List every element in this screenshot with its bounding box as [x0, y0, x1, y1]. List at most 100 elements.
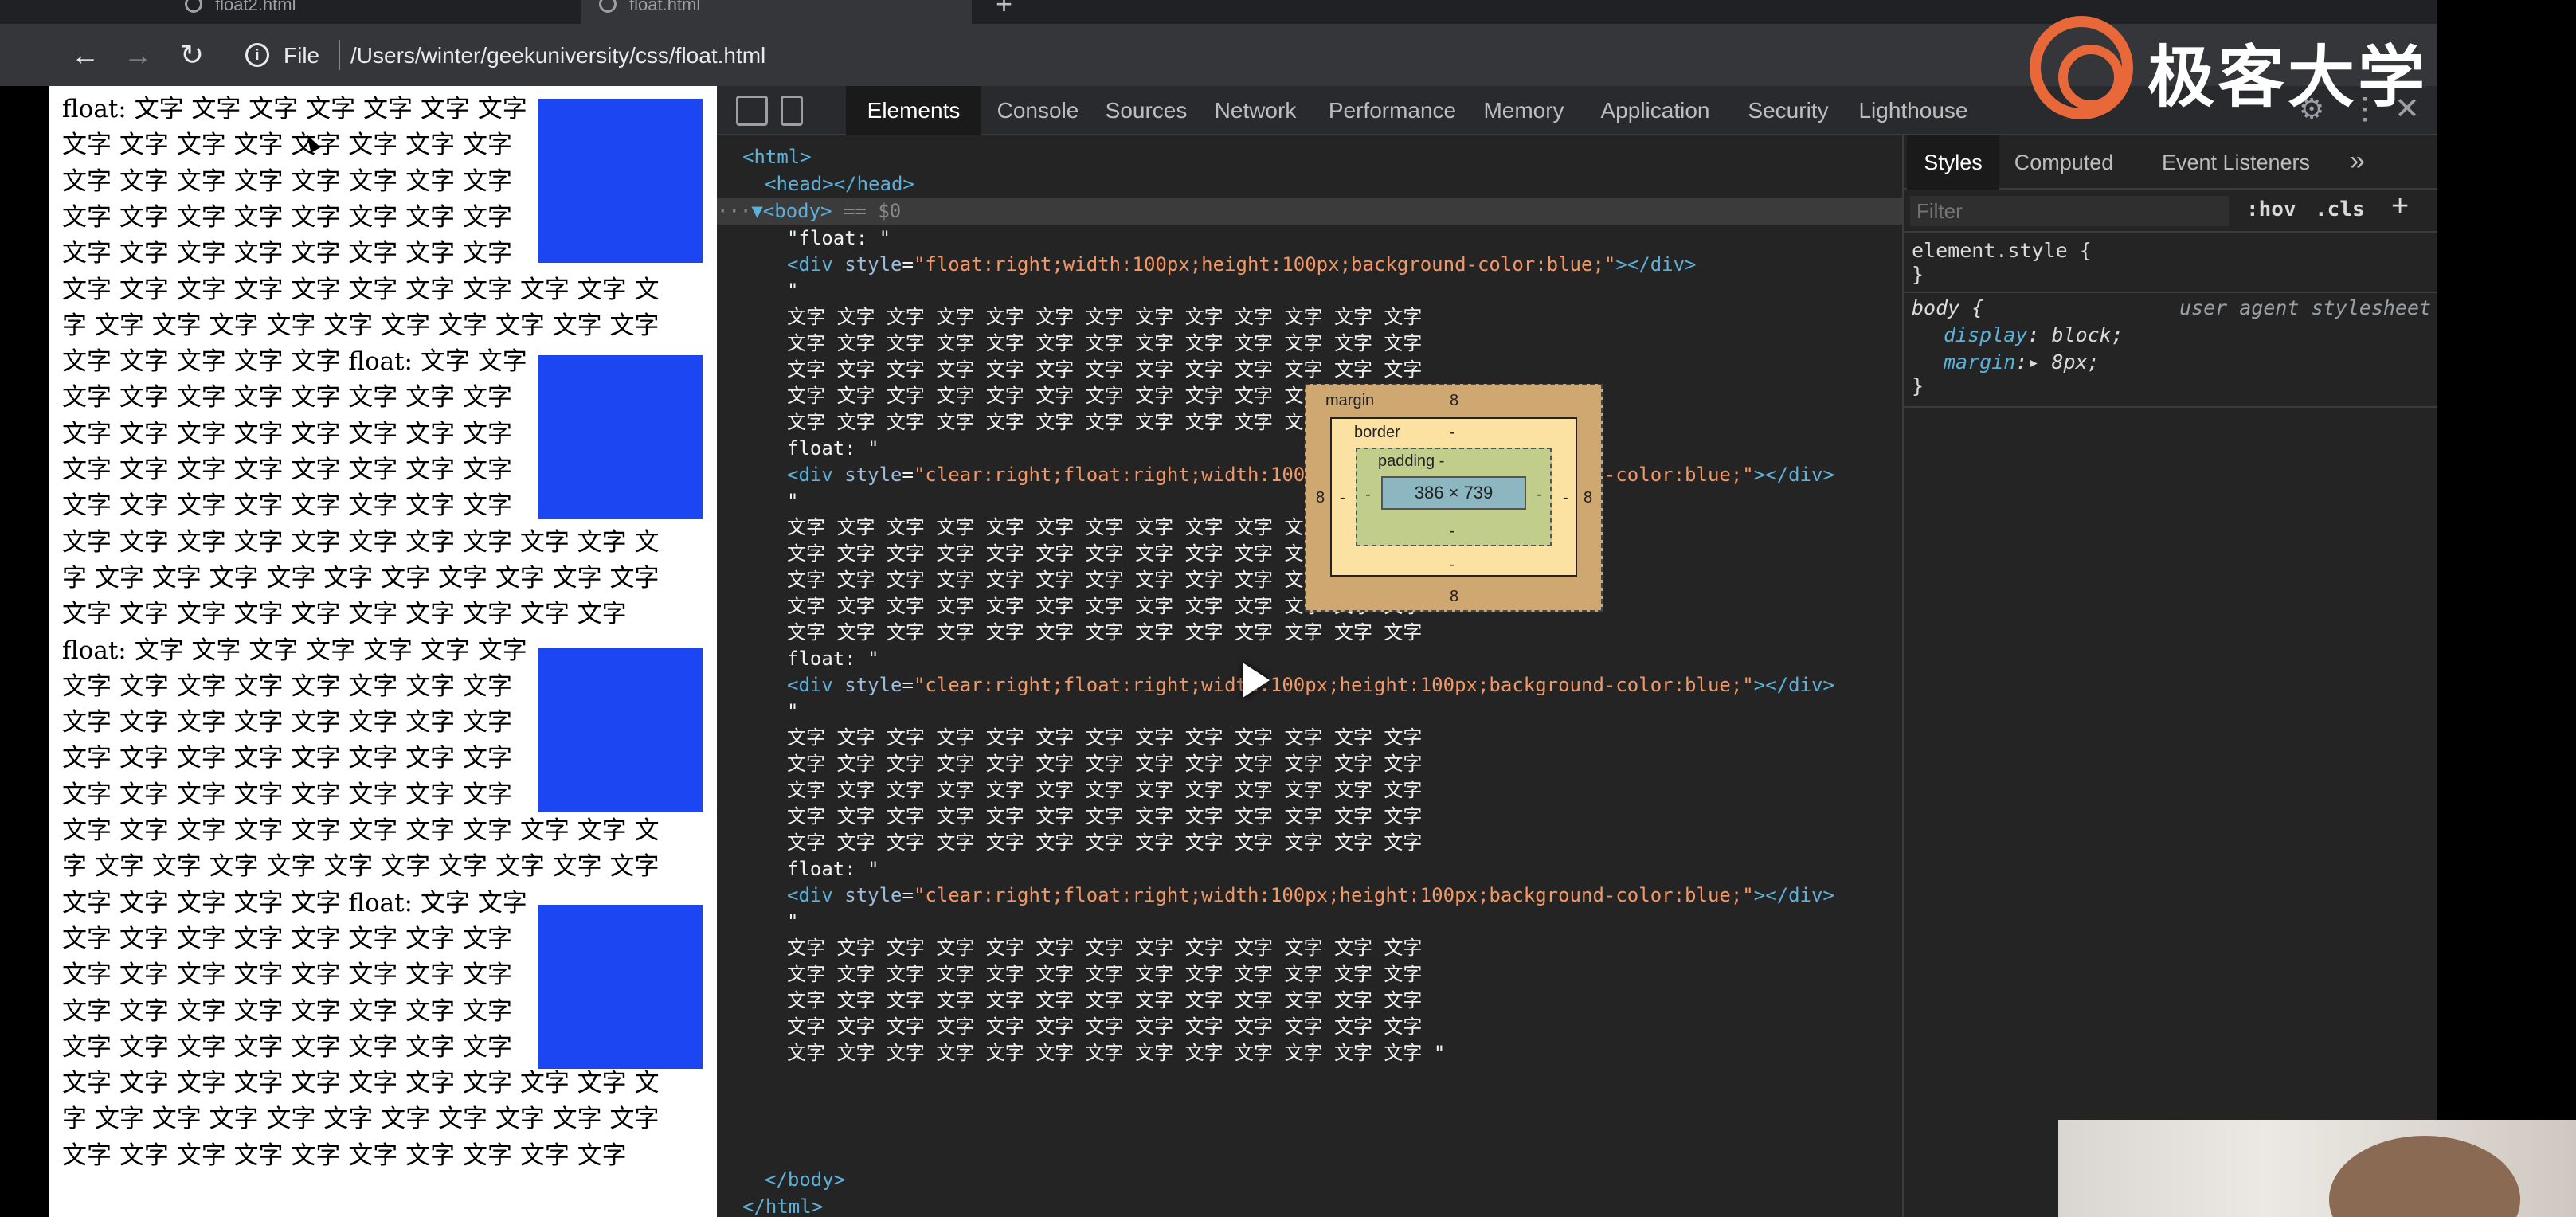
dom-text-node[interactable]: 文字 文字 文字 文字 文字 文字 文字 文字 文字 文字 文字 文字 文字 — [787, 829, 1422, 856]
inspect-icon[interactable] — [736, 96, 768, 126]
page-text-row: 文字 文字 文字 文字 文字 文字 文字 文字 — [62, 383, 512, 413]
float-box-3 — [538, 648, 703, 812]
page-text-row: 文字 文字 文字 文字 文字 文字 文字 文字 — [62, 780, 512, 809]
hover-state-button[interactable]: :hov — [2246, 198, 2296, 221]
styles-pane: Styles Computed Event Listeners » :hov .… — [1902, 135, 2439, 1217]
dom-node-div[interactable]: <div style="clear:right;float:right;widt… — [787, 882, 1834, 909]
class-toggle-button[interactable]: .cls — [2315, 198, 2365, 221]
css-declaration-display[interactable]: display: block; — [1944, 322, 2124, 349]
tab-event-listeners[interactable]: Event Listeners — [2132, 135, 2340, 190]
dom-text-node[interactable]: 文字 文字 文字 文字 文字 文字 文字 文字 文字 文字 文字 文字 文字 — [787, 1013, 1422, 1040]
border-bottom-value[interactable]: - — [1450, 556, 1455, 574]
element-style-selector[interactable]: element.style { — [1912, 237, 2092, 264]
margin-bottom-value[interactable]: 8 — [1450, 588, 1458, 606]
page-text-row: 字 文字 文字 文字 文字 文字 文字 文字 文字 文字 文字 — [62, 852, 660, 882]
page-text-row: float: 文字 文字 文字 文字 文字 文字 文字 — [62, 95, 527, 123]
add-rule-button[interactable]: + — [2391, 190, 2409, 224]
dom-text-node[interactable]: float: " — [787, 855, 879, 882]
dom-text-node[interactable]: 文字 文字 文字 文字 文字 文字 文字 文字 文字 文字 文字 文字 文字 — [787, 356, 1422, 383]
box-model-border[interactable]: border - - - - padding - - - - 386 × 739 — [1330, 417, 1577, 577]
dom-text-node[interactable]: 文字 文字 文字 文字 文字 文字 文字 文字 文字 文字 文字 文字 文字 — [787, 303, 1422, 331]
dom-text-node[interactable]: 文字 文字 文字 文字 文字 文字 文字 文字 文字 文字 文字 文字 文字 — [787, 330, 1422, 357]
logo-mark-icon — [2030, 16, 2133, 119]
page-text-row: 文字 文字 文字 文字 文字 文字 文字 文字 — [62, 419, 512, 448]
dom-text-node[interactable]: " — [787, 908, 798, 935]
dom-text-node[interactable]: " — [787, 487, 798, 515]
page-text-row: 文字 文字 文字 文字 文字 文字 文字 文字 文字 文字 文 — [62, 1069, 660, 1098]
dom-node-html[interactable]: <html> — [742, 143, 812, 170]
url-text[interactable]: /Users/winter/geekuniversity/css/float.h… — [350, 43, 765, 68]
dom-node-body[interactable]: ···▼<body> == $0 — [717, 198, 1902, 225]
tab-performance[interactable]: Performance — [1319, 86, 1466, 135]
dom-text-node[interactable]: 文字 文字 文字 文字 文字 文字 文字 文字 文字 文字 文字 文字 文字 — [787, 724, 1422, 751]
box-model-padding[interactable]: padding - - - - 386 × 739 — [1356, 448, 1552, 546]
padding-label: padding - — [1378, 452, 1445, 470]
dom-text-node[interactable]: 文字 文字 文字 文字 文字 文字 文字 文字 文字 文字 文字 文字 文字 — [787, 619, 1422, 646]
new-tab-button[interactable]: + — [996, 0, 1012, 21]
dom-node-html-close[interactable]: </html> — [742, 1193, 823, 1217]
border-value[interactable]: - — [1450, 424, 1455, 442]
tab-console[interactable]: Console — [991, 86, 1085, 135]
tab-lighthouse[interactable]: Lighthouse — [1850, 86, 1977, 135]
dom-text-node[interactable]: " — [787, 277, 798, 304]
dom-text-node[interactable]: 文字 文字 文字 文字 文字 文字 文字 文字 文字 文字 文字 文字 文字 — [787, 961, 1422, 988]
border-left-value[interactable]: - — [1340, 489, 1345, 507]
margin-right-value[interactable]: 8 — [1584, 489, 1592, 507]
padding-left-value[interactable]: - — [1365, 486, 1371, 504]
dom-text-node[interactable]: "float: " — [787, 225, 891, 252]
box-model-content[interactable]: 386 × 739 — [1381, 476, 1526, 510]
margin-left-value[interactable]: 8 — [1316, 489, 1325, 507]
tab-memory[interactable]: Memory — [1474, 86, 1574, 135]
padding-right-value[interactable]: - — [1536, 486, 1541, 504]
info-icon[interactable]: i — [245, 43, 269, 67]
padding-bottom-value[interactable]: - — [1450, 522, 1455, 541]
dom-node-div[interactable]: <div style="clear:right;float:right;widt… — [787, 671, 1834, 699]
tab-network[interactable]: Network — [1203, 86, 1308, 135]
dom-text-node[interactable]: 文字 文字 文字 文字 文字 文字 文字 文字 文字 文字 文字 文字 文字 — [787, 987, 1422, 1014]
page-text-row: 文字 文字 文字 文字 文字 文字 文字 文字 — [62, 491, 512, 521]
more-tabs-icon[interactable]: » — [2350, 135, 2365, 190]
page-text-row: 字 文字 文字 文字 文字 文字 文字 文字 文字 文字 文字 — [62, 1105, 660, 1134]
dom-text-node[interactable]: 文字 文字 文字 文字 文字 文字 文字 文字 文字 文字 文字 文字 文字 — [787, 803, 1422, 830]
dom-text-node[interactable]: 文字 文字 文字 文字 文字 文字 文字 文字 文字 文字 文字 文字 文字 — [787, 934, 1422, 961]
page-text-row: 字 文字 文字 文字 文字 文字 文字 文字 文字 文字 文字 — [62, 311, 660, 340]
float-box-2 — [538, 355, 703, 519]
page-text-row: 文字 文字 文字 文字 文字 文字 文字 文字 — [62, 1032, 512, 1062]
tab-computed[interactable]: Computed — [2004, 135, 2124, 190]
dom-node-div[interactable]: <div style="float:right;width:100px;heig… — [787, 251, 1697, 278]
tab-application[interactable]: Application — [1582, 86, 1728, 135]
browser-tab-float2[interactable]: float2.html × — [167, 0, 542, 24]
body-rule-selector[interactable]: body { — [1912, 295, 1983, 322]
dom-text-node[interactable]: 文字 文字 文字 文字 文字 文字 文字 文字 文字 文字 文字 文字 文字 — [787, 777, 1422, 804]
back-button[interactable]: ← — [65, 37, 105, 73]
page-text-row: float: 文字 文字 文字 文字 文字 文字 文字 — [62, 636, 527, 665]
dom-node-body-close[interactable]: </body> — [765, 1166, 845, 1193]
styles-filter-input[interactable] — [1910, 196, 2229, 226]
tab-styles[interactable]: Styles — [1907, 135, 1999, 190]
rule-divider — [1904, 406, 2439, 408]
dom-tree[interactable]: <html> <head></head> ···▼<body> == $0 "f… — [717, 135, 1902, 1217]
tab-security[interactable]: Security — [1736, 86, 1840, 135]
dom-text-node[interactable]: 文字 文字 文字 文字 文字 文字 文字 文字 文字 文字 文字 文字 文字 — [787, 750, 1422, 777]
page-text-row: 文字 文字 文字 文字 文字 文字 文字 文字 — [62, 671, 512, 701]
box-model-margin[interactable]: margin 8 8 8 8 border - - - - padding - … — [1305, 384, 1603, 612]
dom-text-node[interactable]: 文字 文字 文字 文字 文字 文字 文字 文字 文字 文字 文字 文字 文字 " — [787, 1039, 1445, 1066]
page-text-row: 文字 文字 文字 文字 文字 文字 文字 文字 — [62, 131, 512, 160]
border-right-value[interactable]: - — [1563, 489, 1568, 507]
dom-text-node[interactable]: float: " — [787, 435, 879, 462]
device-toggle-icon[interactable] — [781, 96, 803, 126]
forward-button[interactable]: → — [118, 37, 158, 73]
dom-text-node[interactable]: float: " — [787, 645, 879, 672]
css-declaration-margin[interactable]: margin:▸ 8px; — [1944, 349, 2100, 376]
browser-tab-float[interactable]: float.html × — [581, 0, 972, 24]
play-icon[interactable] — [1243, 663, 1270, 698]
address-bar[interactable]: i File /Users/winter/geekuniversity/css/… — [231, 32, 1824, 78]
page-text-row: 文字 文字 文字 文字 文字 文字 文字 文字 文字 文字 文 — [62, 275, 660, 304]
margin-top-value[interactable]: 8 — [1450, 392, 1458, 410]
margin-label: margin — [1325, 392, 1375, 409]
dom-text-node[interactable]: " — [787, 698, 798, 725]
reload-button[interactable]: ↻ — [172, 37, 212, 73]
tab-elements[interactable]: Elements — [846, 86, 981, 135]
tab-sources[interactable]: Sources — [1099, 86, 1193, 135]
dom-node-head[interactable]: <head></head> — [765, 170, 914, 198]
